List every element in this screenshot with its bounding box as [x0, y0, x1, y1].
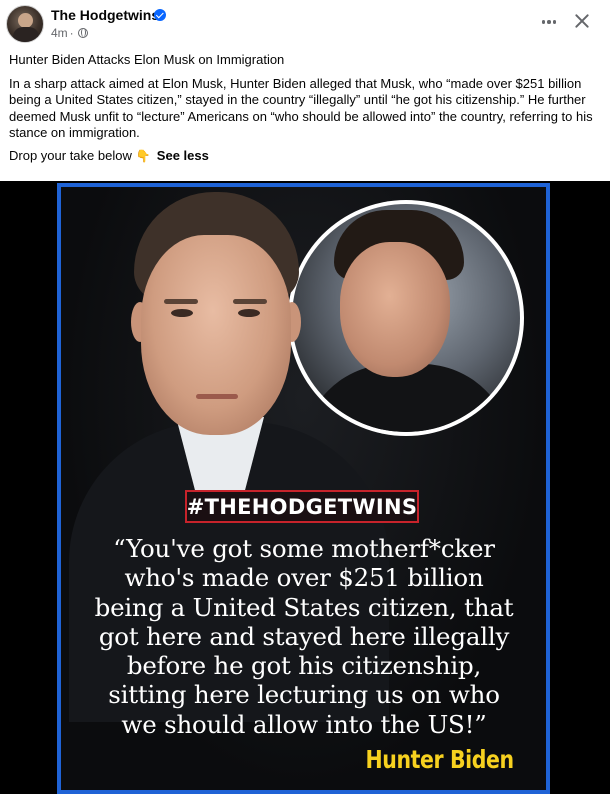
more-dot [547, 20, 551, 24]
page-avatar[interactable] [6, 5, 44, 43]
see-less-button[interactable]: See less [157, 148, 209, 165]
main-person-brow [233, 299, 267, 304]
verified-badge-icon [154, 9, 166, 21]
main-person-face [141, 235, 291, 435]
post-body: In a sharp attack aimed at Elon Musk, Hu… [9, 75, 593, 141]
quote-line: we should allow into the US!” [121, 709, 487, 739]
avatar-body [13, 27, 39, 42]
post-meta: 4m · [51, 26, 88, 40]
post-header: The Hodgetwins 4m · [0, 0, 615, 46]
pointing-down-icon: 👇 [135, 148, 151, 163]
inset-person-face [340, 242, 450, 377]
post-image[interactable]: #THEHODGETWINS “You've got some motherf*… [0, 181, 610, 794]
meta-separator: · [69, 26, 74, 40]
call-to-action-line: Drop your take below 👇 See less [9, 148, 609, 165]
main-person-eye [171, 309, 193, 317]
avatar-head [18, 13, 33, 28]
quote-attribution: Hunter Biden [365, 745, 515, 774]
hashtag-banner: #THEHODGETWINS [185, 490, 419, 523]
inset-photo [292, 204, 520, 432]
page-name-link[interactable]: The Hodgetwins [51, 7, 159, 23]
more-options-button[interactable] [537, 10, 561, 34]
drop-take-text: Drop your take below [9, 147, 132, 163]
quote-text: “You've got some motherf*cker who's made… [75, 534, 533, 739]
post-text: Hunter Biden Attacks Elon Musk on Immigr… [9, 52, 609, 164]
quote-line: being a United States citizen, that [94, 592, 514, 622]
more-dot [541, 20, 546, 24]
more-dot [552, 20, 557, 24]
main-person-brow [164, 299, 198, 304]
quote-line: “You've got some motherf*cker [113, 534, 495, 563]
quote-line: before he got his citizenship, [126, 651, 482, 681]
quote-line: who's made over $251 billion [124, 563, 484, 593]
quote-line: got here and stayed here illegally [98, 621, 510, 651]
main-person-mouth [196, 394, 238, 399]
post-timestamp[interactable]: 4m [51, 26, 68, 40]
image-frame: #THEHODGETWINS “You've got some motherf*… [57, 183, 550, 794]
main-person-eye [238, 309, 260, 317]
post-headline: Hunter Biden Attacks Elon Musk on Immigr… [9, 52, 285, 67]
inset-photo-circle [288, 200, 524, 436]
globe-icon[interactable] [77, 28, 88, 38]
quote-line: sitting here lecturing us on who [108, 680, 500, 710]
close-icon[interactable] [570, 9, 594, 33]
